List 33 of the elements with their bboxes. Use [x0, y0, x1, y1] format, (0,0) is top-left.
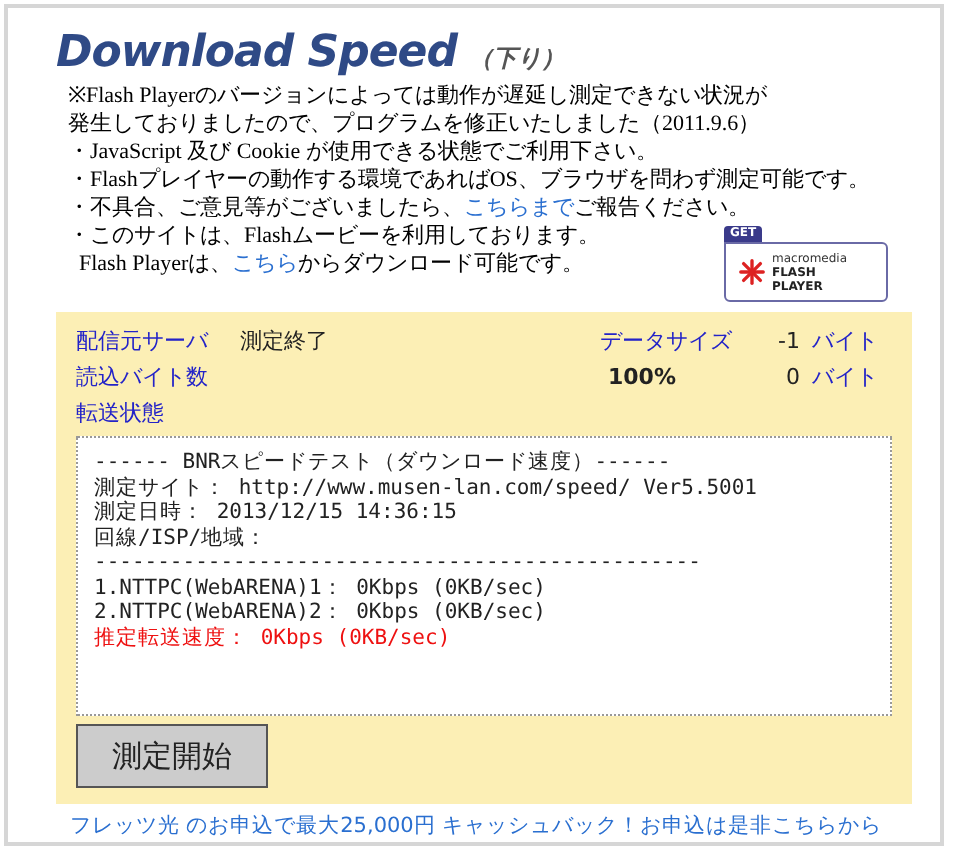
page-subtitle: （下り） [468, 42, 565, 76]
note-text: 発生しておりましたので、プログラムを修正いたしました（2011.9.6） [68, 112, 761, 136]
log-line: 回線/ISP/地域： [94, 525, 270, 550]
log-line: 1.NTTPC(WebARENA)1： 0Kbps (0KB/sec) [94, 575, 548, 600]
log-line: 測定サイト： http://www.musen-lan.com/speed/ Ver5.5001 [94, 475, 760, 500]
unit-label: バイト [812, 364, 880, 392]
note-text: ご報告ください。 [574, 196, 750, 220]
note-link[interactable]: こちら [232, 252, 299, 276]
field-label: 転送状態 [76, 400, 166, 428]
log-line: ------------------------------------------------ [94, 550, 703, 575]
log-line: 2.NTTPC(WebARENA)2： 0Kbps (0KB/sec) [94, 600, 548, 625]
note-text: ・Flashプレイヤーの動作する環境であればOS、ブラウザを問わず測定可能です。 [68, 168, 870, 192]
field-label: 配信元サーバ [76, 328, 211, 356]
unit-label: バイト [812, 328, 880, 356]
field-label: データサイズ [598, 328, 732, 356]
note-text: ・JavaScript 及び Cookie が使用できる状態でご利用下さい。 [68, 140, 658, 164]
note-link[interactable]: こちらまで [464, 196, 574, 220]
start-button[interactable]: 測定開始 [76, 724, 268, 788]
progress-percent: 100% [606, 364, 678, 392]
promo-link[interactable]: フレッツ光 のお申込で最大25,000円 キャッシュバック！お申込は是非こちらから [8, 812, 896, 840]
note-text: ・このサイトは、Flashムービーを利用しております。 [68, 224, 600, 248]
note-text: からダウンロード可能です。 [298, 252, 585, 276]
estimated-speed: 推定転送速度： 0Kbps (0KB/sec) [94, 625, 453, 650]
note-text: Flash Playerは、 [77, 252, 233, 276]
read-value: 0 [784, 364, 802, 392]
log-line: 測定日時： 2013/12/15 14:36:15 [94, 500, 459, 525]
log-line: ------ BNRスピードテスト（ダウンロード速度）------ [94, 450, 673, 475]
note-text: ・不具合、ご意見等がございましたら、 [68, 196, 464, 220]
size-value: -1 [776, 328, 802, 356]
field-label: 読込バイト数 [76, 364, 210, 392]
note-text: ※Flash Playerのバージョンによっては動作が遅延し測定できない状況が [68, 84, 768, 108]
status-text: 測定終了 [240, 328, 330, 356]
page-title: Download Speed [56, 28, 457, 78]
